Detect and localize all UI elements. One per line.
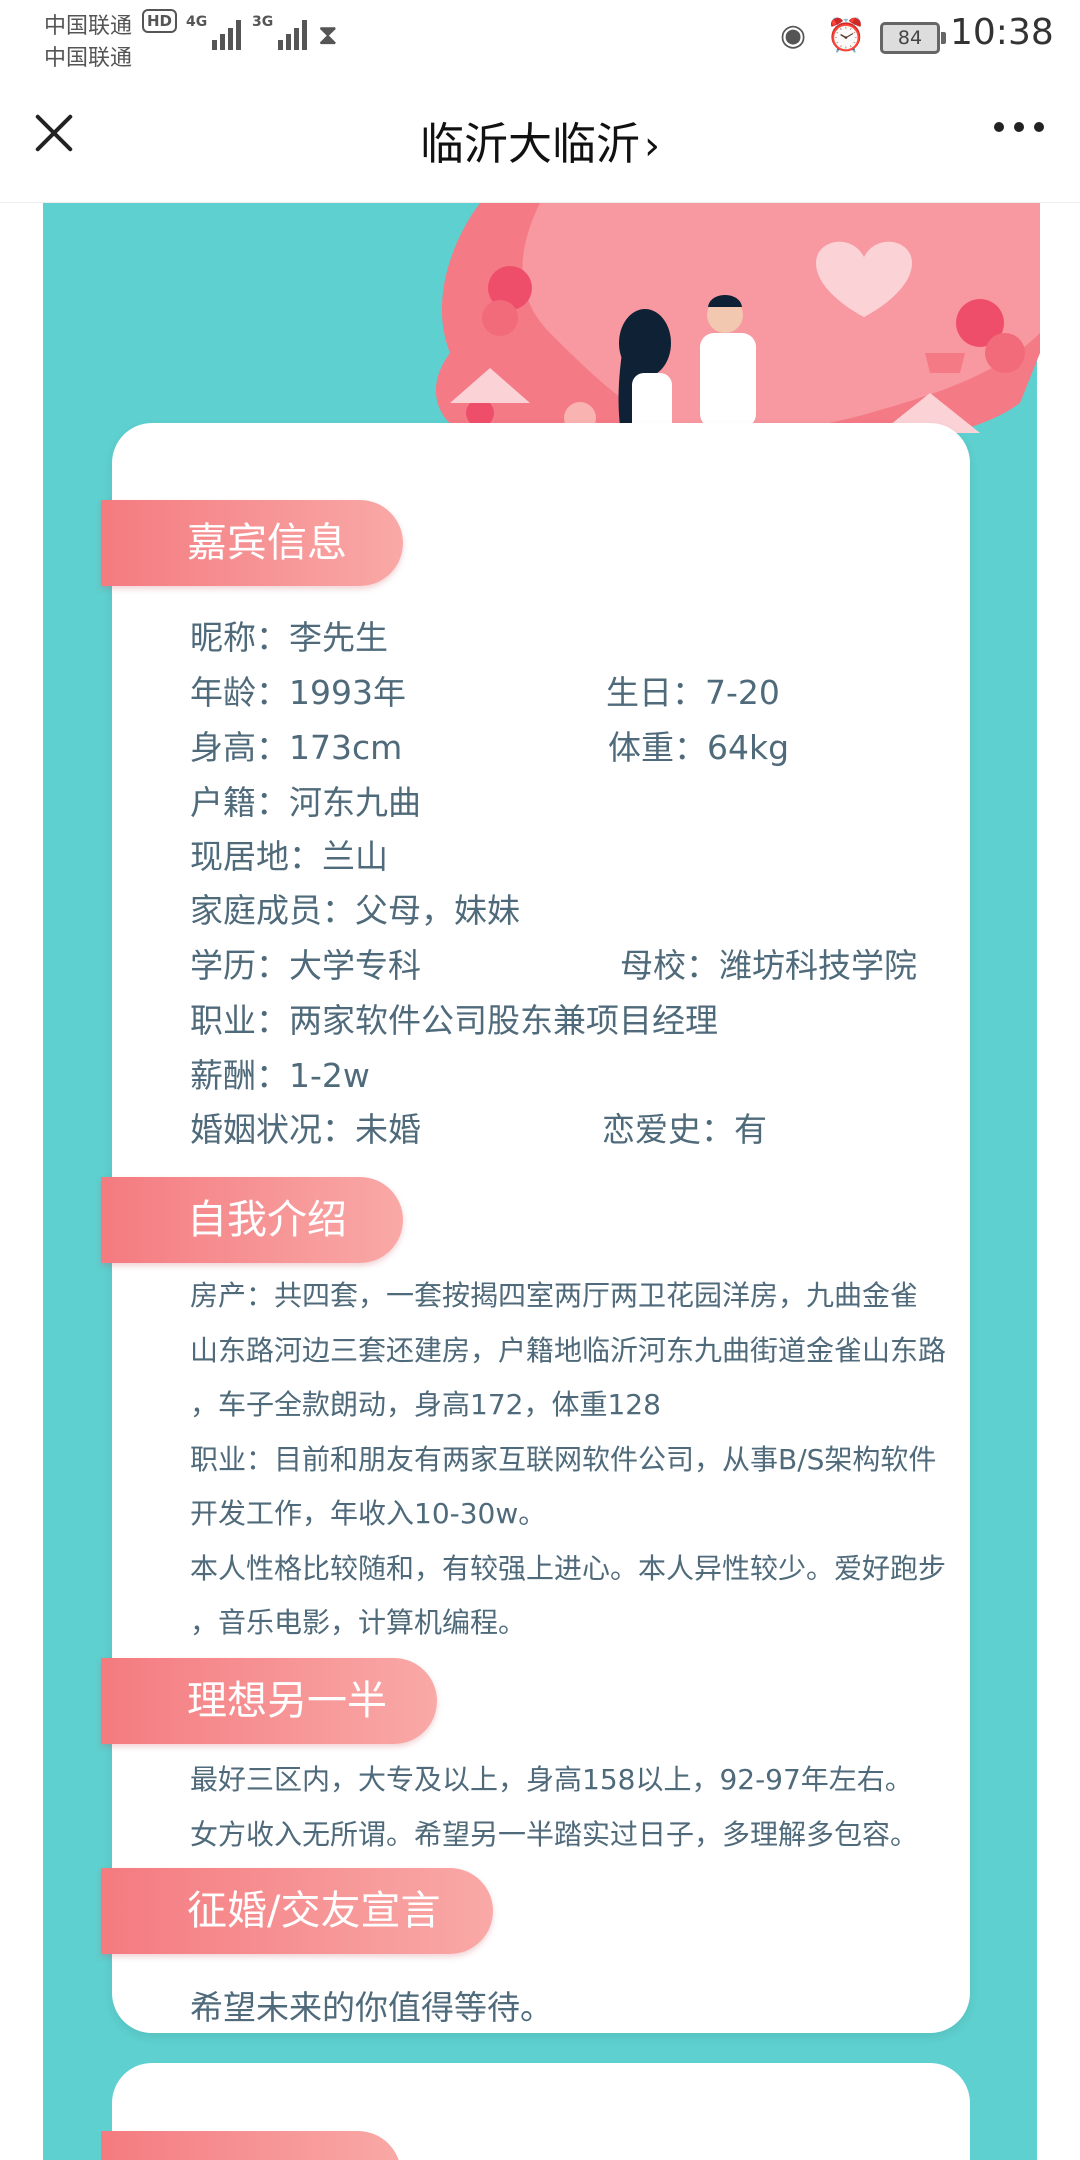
intro-line: 职业：目前和朋友有两家互联网软件公司，从事B/S架构软件: [190, 1442, 937, 1476]
family-members: 家庭成员：父母，妹妹: [190, 891, 520, 930]
status-bar: 中国联通 中国联通 HD 4G 3G ⧗ ◉ ⏰ 84 10:38: [0, 0, 1080, 72]
intro-line: 房产：共四套，一套按揭四室两厅两卫花园洋房，九曲金雀: [190, 1279, 919, 1312]
nav-bar: 临沂大临沂 ›: [0, 72, 1080, 203]
next-section-label: [101, 2131, 401, 2160]
birthday: 生日：7-20: [606, 673, 780, 712]
signal-3g-icon: 3G: [252, 14, 308, 50]
signal-4g-icon: 4G: [186, 14, 242, 50]
age: 年龄：1993年: [190, 673, 406, 712]
hd-badge: HD: [142, 9, 178, 33]
intro-line: 山东路河边三套还建房，户籍地临沂河东九曲街道金雀山东路: [190, 1333, 947, 1367]
residence: 现居地：兰山: [190, 837, 388, 876]
declaration-text: 希望未来的你值得等待。: [190, 1988, 553, 2027]
weight: 体重：64kg: [608, 728, 790, 767]
section-self-intro: 自我介绍: [101, 1177, 403, 1263]
section-declaration: 征婚/交友宣言: [101, 1868, 493, 1954]
education: 学历：大学专科: [190, 946, 421, 985]
article-content: 嘉宾信息 昵称：李先生 年龄：1993年 生日：7-20 身高：173cm 体重…: [0, 203, 1080, 2160]
salary: 薪酬：1-2w: [190, 1056, 370, 1095]
page-title[interactable]: 临沂大临沂 ›: [0, 108, 1080, 172]
carrier-2: 中国联通: [44, 46, 133, 71]
ideal-line: 女方收入无所谓。希望另一半踏实过日子，多理解多包容。: [190, 1817, 919, 1851]
hukou: 户籍：河东九曲: [190, 783, 421, 822]
intro-line: ，音乐电影，计算机编程。: [190, 1606, 527, 1639]
height: 身高：173cm: [190, 728, 403, 767]
intro-line: 开发工作，年收入10-30w。: [190, 1497, 547, 1530]
page-title-text: 临沂大临沂: [420, 119, 640, 170]
marital-status: 婚姻状况：未婚: [190, 1110, 421, 1149]
battery-icon: 84: [880, 22, 946, 54]
intro-line: ，车子全款朗动，身高172，体重128: [190, 1388, 661, 1421]
intro-line: 本人性格比较随和，有较强上进心。本人异性较少。爱好跑步: [190, 1551, 947, 1585]
section-ideal-partner: 理想另一半: [101, 1658, 437, 1744]
chevron-right-icon: ›: [644, 123, 660, 169]
more-icon[interactable]: [994, 122, 1044, 132]
occupation: 职业：两家软件公司股东兼项目经理: [190, 1001, 718, 1040]
self-intro-text: 房产：共四套，一套按揭四室两厅两卫花园洋房，九曲金雀 山东路河边三套还建房，户籍…: [190, 1269, 970, 1651]
hourglass-icon: ⧗: [318, 18, 338, 51]
carrier-1: 中国联通: [44, 14, 133, 39]
nickname: 昵称：李先生: [190, 618, 388, 657]
section-guest-info: 嘉宾信息: [101, 500, 403, 586]
love-history: 恋爱史：有: [602, 1110, 767, 1149]
alarm-icon: ⏰: [826, 16, 866, 54]
eye-icon: ◉: [780, 18, 807, 53]
ideal-line: 最好三区内，大专及以上，身高158以上，92-97年左右。: [190, 1763, 913, 1796]
clock: 10:38: [950, 12, 1054, 53]
ideal-partner-text: 最好三区内，大专及以上，身高158以上，92-97年左右。 女方收入无所谓。希望…: [190, 1753, 970, 1862]
alma-mater: 母校：潍坊科技学院: [620, 946, 917, 985]
